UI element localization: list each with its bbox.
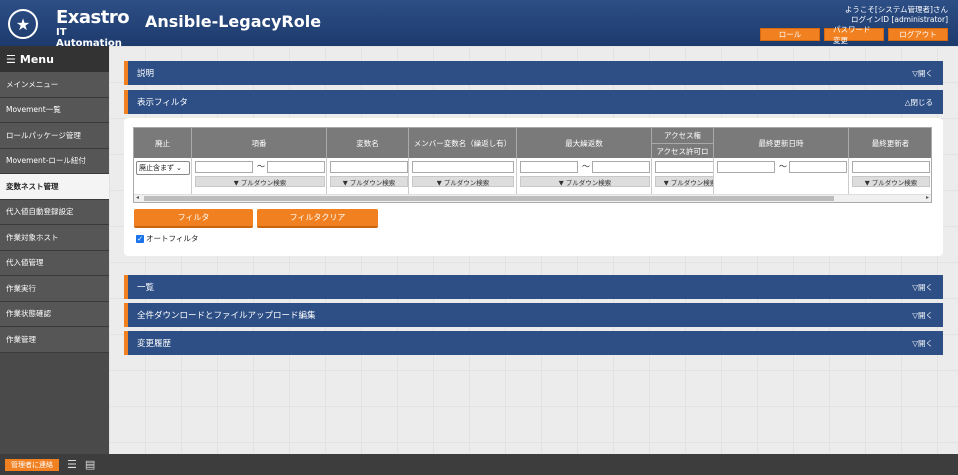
col-header-max-repeat: 最大繰返数 <box>517 128 652 158</box>
max-repeat-to-input[interactable] <box>592 161 650 173</box>
sidebar-item-work-manage[interactable]: 作業管理 <box>0 327 109 353</box>
sidebar-item-movement-role[interactable]: Movement-ロール紐付 <box>0 148 109 174</box>
section-label: 一覧 <box>137 283 155 293</box>
sidebar-item-execute[interactable]: 作業実行 <box>0 276 109 302</box>
exastro-logo: ★ Exastro IT Automation <box>8 7 133 49</box>
welcome-text: ようこそ[システム管理者]さん <box>844 5 948 14</box>
sidebar-item-target-host[interactable]: 作業対象ホスト <box>0 225 109 251</box>
pulldown-search-button[interactable]: ▼ プルダウン検索 <box>195 176 325 187</box>
sidebar-item-variable-nest[interactable]: 変数ネスト管理 <box>0 174 109 200</box>
hamburger-icon: ☰ <box>6 52 16 66</box>
sidebar-item-auto-assign[interactable]: 代入値自動登録設定 <box>0 199 109 225</box>
col-header-member-var: メンバー変数名（繰返し有） <box>409 128 517 158</box>
sidebar-item-status[interactable]: 作業状態確認 <box>0 301 109 327</box>
logout-button[interactable]: ログアウト <box>888 28 948 41</box>
filter-cell-last-updated: 〜 <box>714 158 849 194</box>
user-info: ようこそ[システム管理者]さん ログインID [administrator] <box>845 5 948 25</box>
star-logo-icon: ★ <box>8 9 38 39</box>
contact-admin-button[interactable]: 管理者に連絡 <box>5 458 59 471</box>
col-header-access-right: アクセス権 <box>663 131 702 140</box>
item-no-to-input[interactable] <box>267 161 325 173</box>
filter-table: 廃止 項番 変数名 メンバー変数名（繰返し有） 最大繰返数 アクセス権 アクセス… <box>133 127 932 203</box>
auto-filter-checkbox[interactable]: ✓ <box>136 234 144 243</box>
filter-cell-item-no: 〜 ▼ プルダウン検索 <box>192 158 327 194</box>
access-role-input[interactable] <box>655 161 713 173</box>
section-display-filter[interactable]: 表示フィルタ △閉じる <box>124 90 943 114</box>
close-toggle[interactable]: △閉じる <box>905 97 933 108</box>
col-header-discard: 廃止 <box>134 128 192 158</box>
range-tilde: 〜 <box>582 162 590 171</box>
scroll-left-icon[interactable]: ◂ <box>136 194 139 201</box>
menu-header[interactable]: ☰ Menu <box>0 46 109 72</box>
last-updated-to-input[interactable] <box>789 161 847 173</box>
var-name-input[interactable] <box>330 161 408 173</box>
change-password-button[interactable]: パスワード変更 <box>824 25 884 45</box>
chevron-down-icon: ⌄ <box>176 164 182 172</box>
col-header-access: アクセス権 アクセス許可ロ <box>652 128 714 158</box>
auto-filter[interactable]: ✓ オートフィルタ <box>136 233 198 244</box>
pulldown-search-button[interactable]: ▼ プルダウン検索 <box>330 176 408 187</box>
pulldown-search-button[interactable]: ▼ プルダウン検索 <box>655 176 713 187</box>
pulldown-search-button[interactable]: ▼ プルダウン検索 <box>412 176 514 187</box>
filter-clear-button[interactable]: フィルタクリア <box>257 209 378 228</box>
app-header: ★ Exastro IT Automation Ansible-LegacyRo… <box>0 0 958 49</box>
menu-title: Menu <box>19 52 54 66</box>
filter-cell-max-repeat: 〜 ▼ プルダウン検索 <box>517 158 652 194</box>
col-header-last-updater: 最終更新者 <box>849 128 931 158</box>
col-header-last-updated: 最終更新日時 <box>714 128 849 158</box>
last-updater-input[interactable] <box>852 161 930 173</box>
filter-cell-discard: 廃止含まず ⌄ <box>134 158 192 194</box>
page-title: Ansible-LegacyRole <box>145 12 322 31</box>
section-description[interactable]: 説明 ▽開く <box>124 61 943 85</box>
section-bulk[interactable]: 全件ダウンロードとファイルアップロード編集 ▽開く <box>124 303 943 327</box>
sidebar-item-role-package[interactable]: ロールパッケージ管理 <box>0 123 109 149</box>
open-toggle[interactable]: ▽開く <box>912 68 933 79</box>
col-header-item-no: 項番 <box>192 128 327 158</box>
sidebar-item-movement-list[interactable]: Movement一覧 <box>0 97 109 123</box>
section-list[interactable]: 一覧 ▽開く <box>124 275 943 299</box>
sidebar-item-main-menu[interactable]: メインメニュー <box>0 72 109 98</box>
section-label: 全件ダウンロードとファイルアップロード編集 <box>137 311 316 321</box>
discard-select[interactable]: 廃止含まず ⌄ <box>136 161 190 175</box>
scrollbar-thumb[interactable] <box>144 196 834 201</box>
filter-cell-member-var: ▼ プルダウン検索 <box>409 158 517 194</box>
pulldown-search-button[interactable]: ▼ プルダウン検索 <box>852 176 930 187</box>
pulldown-search-button[interactable]: ▼ プルダウン検索 <box>520 176 650 187</box>
section-label: 表示フィルタ <box>137 98 188 108</box>
col-header-var-name: 変数名 <box>327 128 409 158</box>
filter-button[interactable]: フィルタ <box>134 209 253 228</box>
footer: 管理者に連絡 ☰ ▤ <box>0 454 958 475</box>
max-repeat-from-input[interactable] <box>520 161 578 173</box>
section-history[interactable]: 変更履歴 ▽開く <box>124 331 943 355</box>
section-label: 説明 <box>137 69 155 79</box>
sidebar: ☰ Menu メインメニュー Movement一覧 ロールパッケージ管理 Mov… <box>0 46 109 454</box>
item-no-from-input[interactable] <box>195 161 253 173</box>
open-toggle[interactable]: ▽開く <box>912 310 933 321</box>
list-view-icon[interactable]: ☰ <box>67 458 77 471</box>
role-button[interactable]: ロール <box>760 28 820 41</box>
filter-panel: 廃止 項番 変数名 メンバー変数名（繰返し有） 最大繰返数 アクセス権 アクセス… <box>124 118 943 256</box>
range-tilde: 〜 <box>779 162 787 171</box>
open-toggle[interactable]: ▽開く <box>912 282 933 293</box>
main-content: 説明 ▽開く 表示フィルタ △閉じる 廃止 項番 変数名 メンバー変数名（繰返し… <box>109 46 958 454</box>
open-toggle[interactable]: ▽開く <box>912 338 933 349</box>
horizontal-scrollbar[interactable]: ◂ ▸ <box>134 194 931 202</box>
filter-cell-access: ▼ プルダウン検索 <box>652 158 714 194</box>
select-value: 廃止含まず <box>139 164 174 172</box>
filter-cell-last-updater: ▼ プルダウン検索 <box>849 158 931 194</box>
auto-filter-label: オートフィルタ <box>146 234 199 243</box>
section-label: 変更履歴 <box>137 339 172 349</box>
last-updated-from-input[interactable] <box>717 161 775 173</box>
range-tilde: 〜 <box>257 162 265 171</box>
col-header-access-role: アクセス許可ロ <box>652 143 713 158</box>
filter-cell-var-name: ▼ プルダウン検索 <box>327 158 409 194</box>
detail-list-icon[interactable]: ▤ <box>85 458 95 471</box>
member-var-input[interactable] <box>412 161 514 173</box>
scroll-right-icon[interactable]: ▸ <box>926 194 929 201</box>
logo-name: Exastro <box>56 7 130 28</box>
sidebar-item-assign-value[interactable]: 代入値管理 <box>0 250 109 276</box>
